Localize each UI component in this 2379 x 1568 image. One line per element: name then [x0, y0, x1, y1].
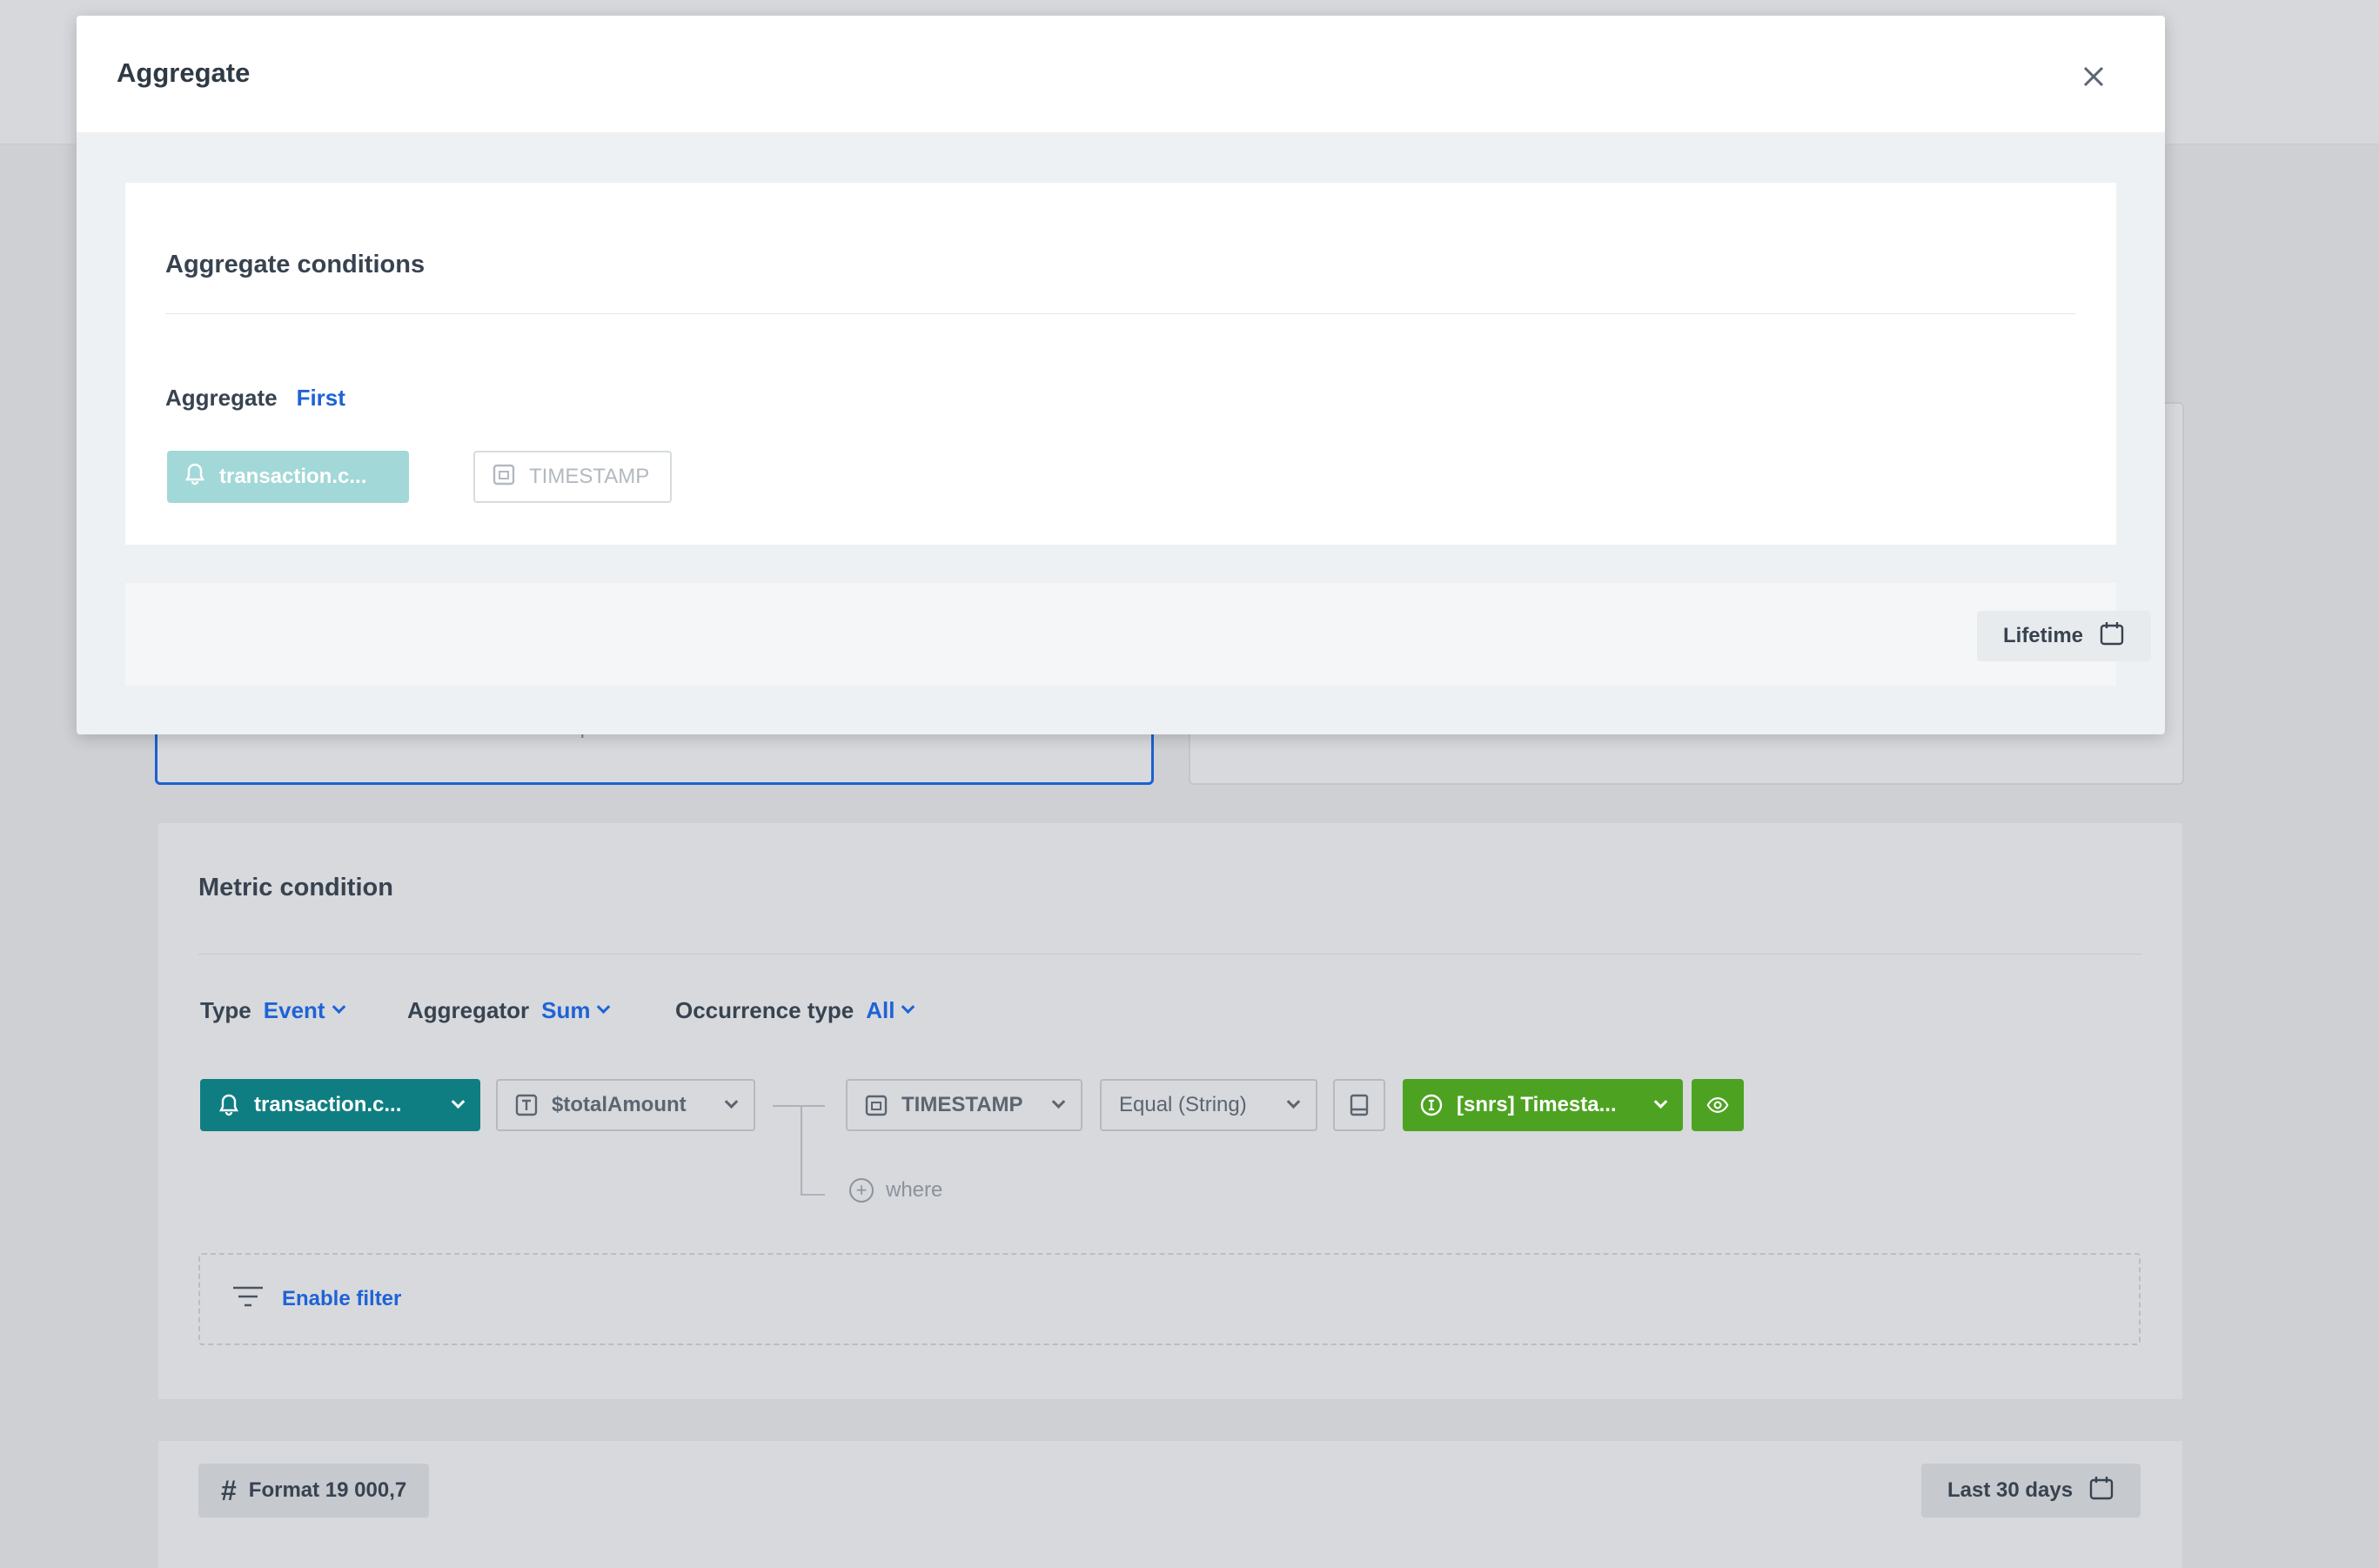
filter-icon: [231, 1284, 265, 1315]
occurrence-selector[interactable]: Occurrence type All: [675, 997, 915, 1024]
close-icon: [2083, 66, 2104, 87]
chevron-down-icon: [597, 1000, 611, 1015]
timestamp-chip[interactable]: TIMESTAMP: [846, 1079, 1082, 1131]
aggregate-dropdown[interactable]: First: [297, 385, 345, 412]
chevron-down-icon: [332, 1000, 345, 1015]
operator-chip-label: Equal (String): [1119, 1093, 1247, 1116]
aggregator-dropdown[interactable]: Sum: [541, 997, 611, 1024]
parameter-chip[interactable]: $totalAmount: [496, 1079, 755, 1131]
catalog-button[interactable]: [1333, 1079, 1385, 1131]
type-selector[interactable]: Type Event: [200, 997, 345, 1024]
timestamp-chip-label: TIMESTAMP: [901, 1093, 1023, 1116]
aggregate-modal: Aggregate Aggregate conditions Aggregate…: [77, 16, 2165, 734]
calendar-icon: [2088, 1475, 2114, 1507]
aggregate-selector[interactable]: Aggregate First: [165, 385, 345, 412]
chevron-down-icon: [1051, 1094, 1066, 1109]
modal-event-chip-label: transaction.c...: [219, 465, 367, 488]
preview-button[interactable]: [1692, 1079, 1744, 1131]
calendar-icon: [493, 463, 515, 492]
operator-chip[interactable]: Equal (String): [1100, 1079, 1317, 1131]
add-where-button[interactable]: + where: [849, 1178, 942, 1203]
close-button[interactable]: [2076, 59, 2111, 94]
aggregate-conditions-card: Aggregate conditions Aggregate First tra…: [125, 183, 2116, 545]
modal-title: Aggregate: [117, 57, 251, 88]
tree-connector: [801, 1105, 802, 1196]
aggregator-label: Aggregator: [407, 997, 530, 1023]
date-range-button[interactable]: Last 30 days: [1921, 1464, 2141, 1518]
tree-connector: [801, 1194, 825, 1196]
eye-icon: [1706, 1094, 1729, 1116]
aggregator-selector[interactable]: Aggregator Sum: [407, 997, 611, 1024]
lifetime-label: Lifetime: [2002, 624, 2083, 647]
format-button[interactable]: # Format 19 000,7: [198, 1464, 430, 1518]
variable-icon: [1420, 1094, 1443, 1116]
chevron-down-icon: [451, 1094, 466, 1109]
enable-filter-label: Enable filter: [282, 1287, 402, 1310]
book-icon: [1348, 1094, 1370, 1116]
modal-header: Aggregate: [77, 16, 2165, 132]
aggregate-conditions-title: Aggregate conditions: [165, 251, 426, 278]
bell-icon: [184, 463, 205, 492]
value-chip-label: [snrs] Timesta...: [1457, 1093, 1617, 1116]
event-chip[interactable]: transaction.c...: [200, 1079, 480, 1131]
format-label: Format 19 000,7: [248, 1478, 407, 1502]
type-label: Type: [200, 997, 251, 1023]
lifetime-button[interactable]: Lifetime: [1977, 611, 2151, 661]
metric-condition-title: Metric condition: [198, 874, 393, 901]
calendar-icon: [2099, 620, 2125, 653]
modal-event-chip: transaction.c...: [167, 451, 409, 503]
enable-filter-box[interactable]: Enable filter: [198, 1253, 2141, 1345]
event-chip-label: transaction.c...: [254, 1093, 402, 1116]
divider: [198, 954, 2142, 955]
modal-timestamp-chip-label: TIMESTAMP: [529, 465, 650, 488]
chevron-down-icon: [901, 1000, 915, 1015]
chevron-down-icon: [1653, 1094, 1668, 1109]
plus-circle-icon: +: [849, 1178, 874, 1203]
occurrence-label: Occurrence type: [675, 997, 854, 1023]
chevron-down-icon: [1286, 1094, 1301, 1109]
where-label: where: [886, 1178, 943, 1202]
aggregate-label: Aggregate: [165, 385, 278, 411]
calendar-icon: [865, 1094, 888, 1116]
hash-icon: #: [221, 1474, 237, 1506]
modal-timestamp-chip: TIMESTAMP: [473, 451, 672, 503]
occurrence-dropdown[interactable]: All: [866, 997, 915, 1024]
divider: [165, 313, 2076, 314]
text-type-icon: [515, 1094, 538, 1116]
type-dropdown[interactable]: Event: [264, 997, 345, 1024]
tree-connector: [773, 1105, 825, 1107]
bell-icon: [218, 1094, 240, 1116]
modal-footer: Lifetime: [125, 583, 2151, 686]
bottom-bar: [158, 1441, 2182, 1568]
value-chip[interactable]: [snrs] Timesta...: [1403, 1079, 1683, 1131]
date-range-label: Last 30 days: [1947, 1478, 2074, 1502]
chevron-down-icon: [724, 1094, 739, 1109]
parameter-chip-label: $totalAmount: [552, 1093, 687, 1116]
